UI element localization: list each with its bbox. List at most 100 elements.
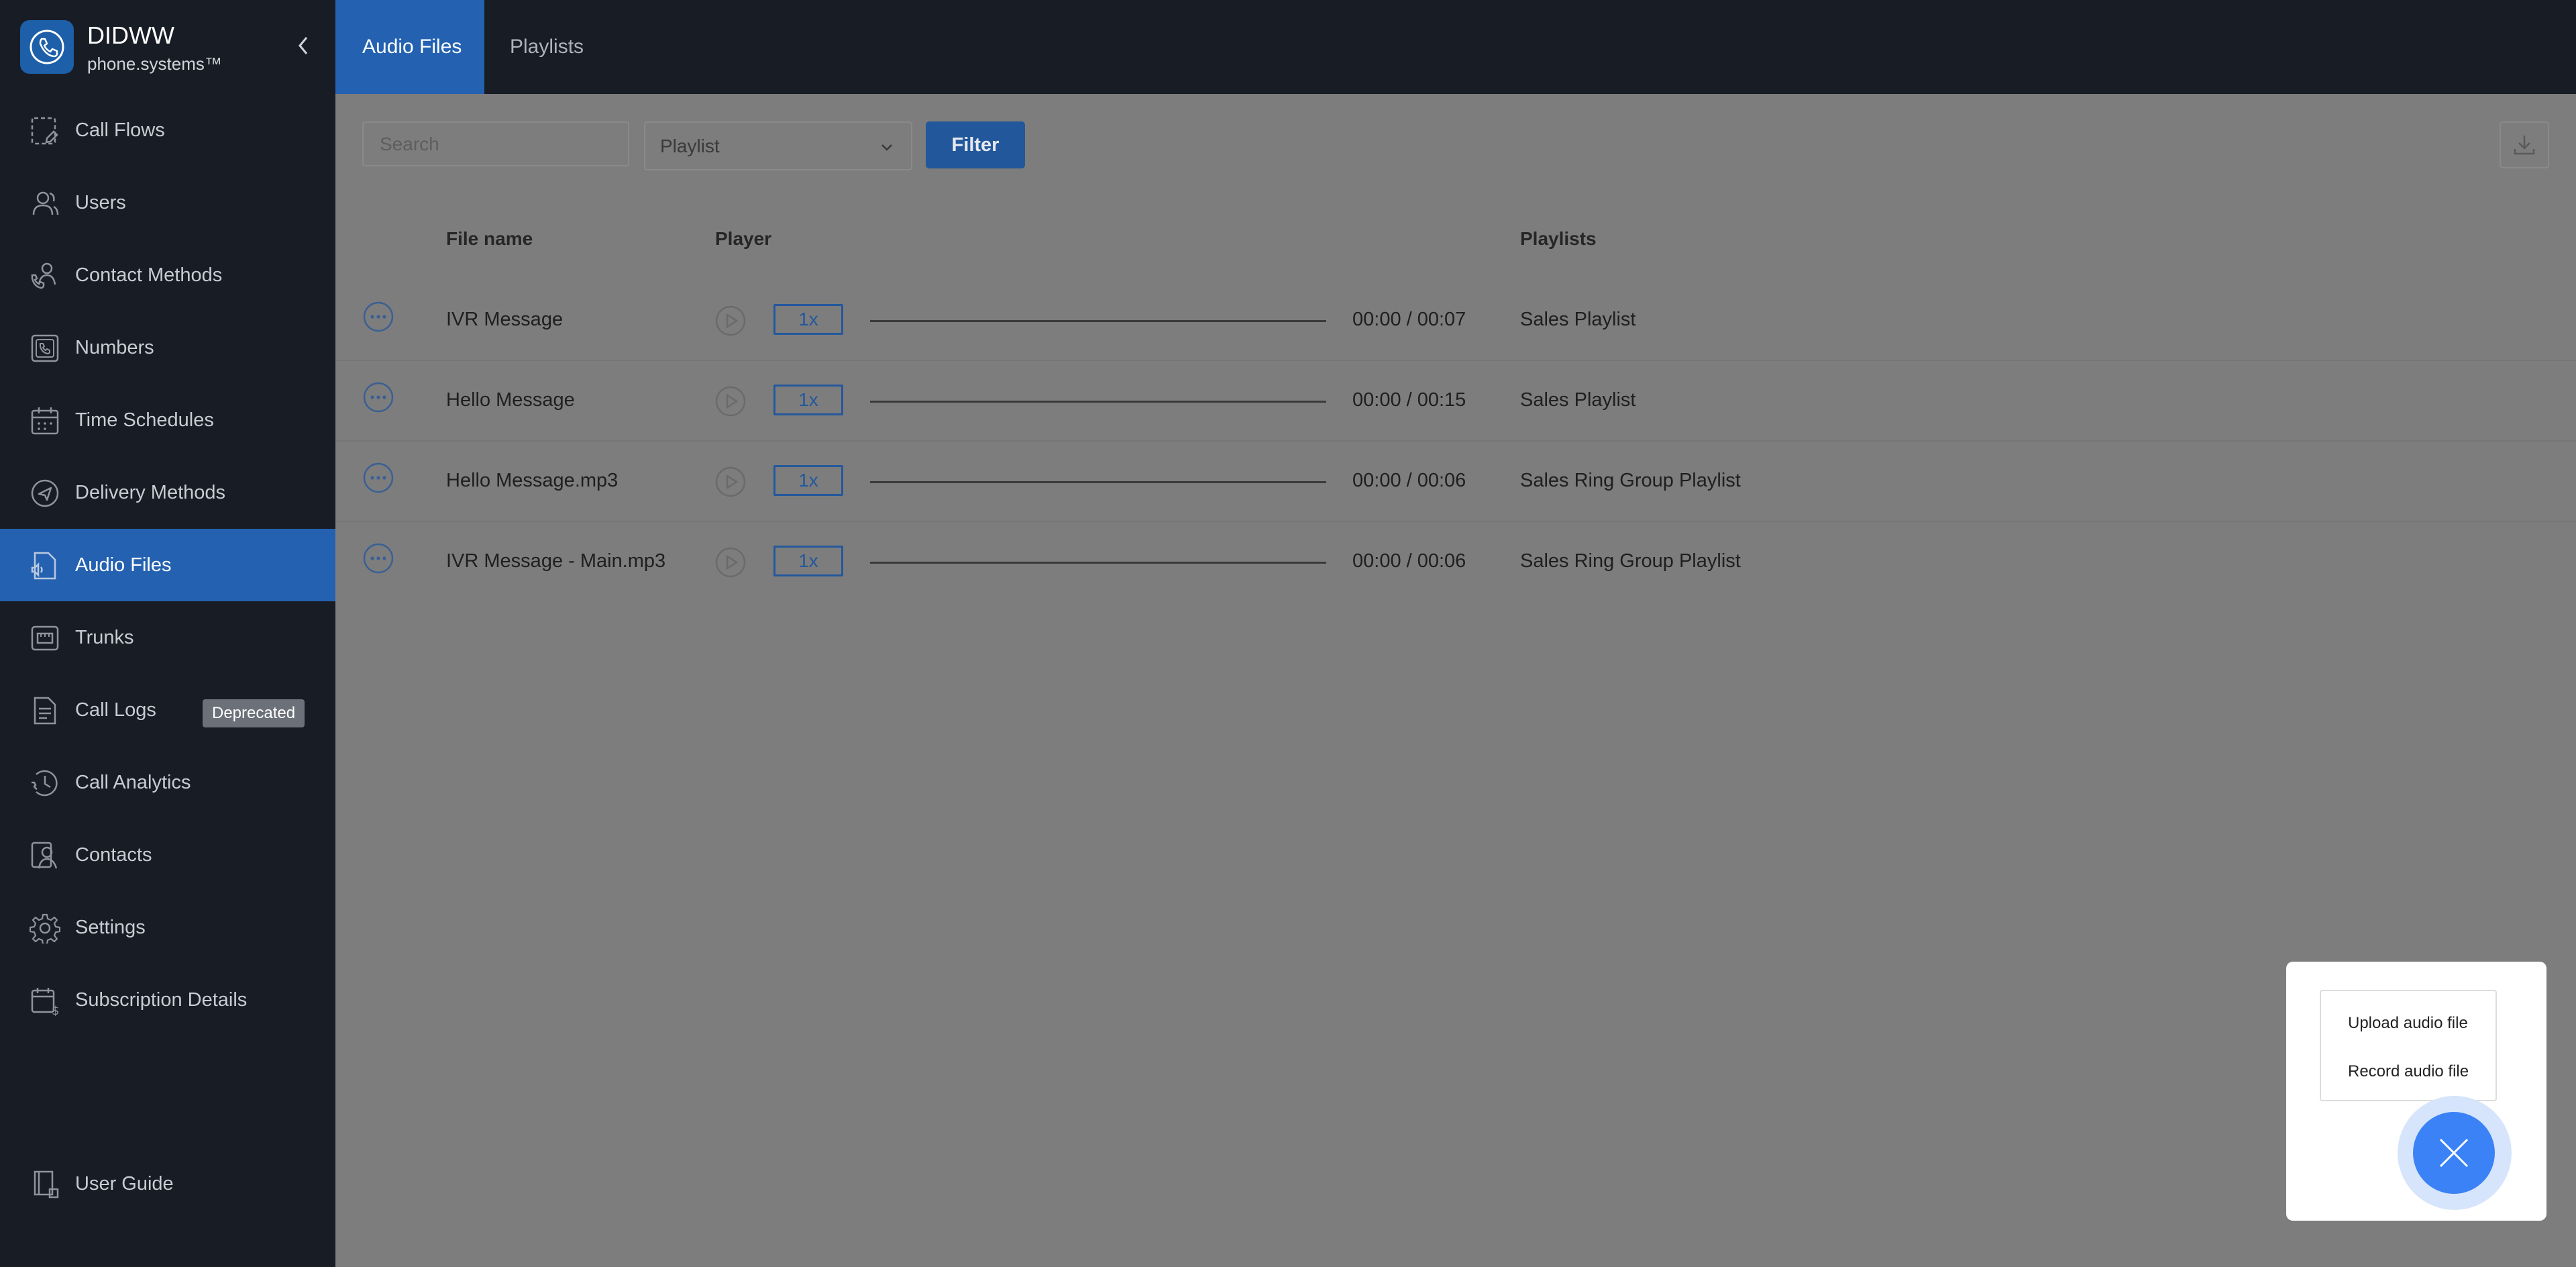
sidebar-item-label: Call Flows (75, 119, 165, 141)
subscription-icon: $ (31, 988, 59, 1016)
chevron-down-icon (881, 144, 892, 151)
search-placeholder: Search (380, 133, 439, 154)
playback-speed-button[interactable]: 1x (773, 465, 843, 496)
contacts-icon (31, 842, 58, 869)
add-audio-panel: Upload audio file Record audio file (2286, 962, 2546, 1221)
top-bar: Audio Files Playlists (335, 0, 2576, 94)
sidebar-item-label: Contacts (75, 844, 152, 866)
table-row: Hello Message.mp3 1x 00:00 / 00:06 Sales… (335, 442, 2576, 522)
sidebar-item-label: Subscription Details (75, 989, 248, 1011)
sidebar-item-trunks[interactable]: Trunks (0, 601, 335, 674)
more-options-icon[interactable] (362, 462, 394, 494)
more-options-icon[interactable] (362, 381, 394, 413)
progress-track[interactable] (870, 481, 1326, 483)
column-header-player: Player (715, 228, 772, 249)
sidebar-item-label: Delivery Methods (75, 481, 226, 503)
tab-label: Playlists (510, 36, 584, 58)
playback-time: 00:00 / 00:06 (1352, 550, 1466, 572)
search-input[interactable]: Search (362, 121, 629, 166)
sidebar-item-label: Users (75, 191, 126, 213)
file-name: Hello Message.mp3 (446, 470, 619, 491)
sidebar-item-label: Trunks (75, 626, 134, 648)
playlist-name: Sales Ring Group Playlist (1520, 470, 1741, 491)
tab-audio-files[interactable]: Audio Files (335, 0, 484, 94)
sidebar-item-call-analytics[interactable]: Call Analytics (0, 746, 335, 819)
close-fab-button[interactable] (2413, 1112, 2495, 1194)
tab-label: Audio Files (362, 36, 462, 58)
sidebar-item-label: Audio Files (75, 554, 172, 576)
send-icon (31, 479, 59, 507)
tab-playlists[interactable]: Playlists (484, 0, 605, 94)
table-row: Hello Message 1x 00:00 / 00:15 Sales Pla… (335, 361, 2576, 442)
users-icon (32, 191, 59, 215)
sidebar-item-contacts[interactable]: Contacts (0, 819, 335, 891)
brand-name: DIDWW (87, 21, 174, 49)
progress-track[interactable] (870, 562, 1326, 564)
sidebar-item-label: Call Logs (75, 699, 156, 721)
sidebar-item-settings[interactable]: Settings (0, 891, 335, 964)
progress-track[interactable] (870, 320, 1326, 322)
sidebar-item-label: Time Schedules (75, 409, 214, 431)
file-name: Hello Message (446, 389, 575, 411)
numbers-icon (31, 334, 59, 362)
call-flows-icon (31, 117, 58, 145)
chevron-left-icon (299, 37, 308, 54)
playback-speed-button[interactable]: 1x (773, 385, 843, 415)
playback-speed-button[interactable]: 1x (773, 304, 843, 335)
document-icon (34, 697, 56, 725)
play-icon[interactable] (714, 466, 747, 498)
playback-time: 00:00 / 00:06 (1352, 470, 1466, 491)
svg-text:$: $ (52, 1004, 59, 1016)
download-button[interactable] (2500, 121, 2549, 168)
play-icon[interactable] (714, 546, 747, 578)
sidebar-item-audio-files[interactable]: Audio Files (0, 529, 335, 601)
playlist-select[interactable]: Playlist (644, 121, 912, 170)
playlist-name: Sales Ring Group Playlist (1520, 550, 1741, 572)
sidebar-item-users[interactable]: Users (0, 166, 335, 239)
record-audio-file-item[interactable]: Record audio file (2348, 1062, 2469, 1081)
table-row: IVR Message 1x 00:00 / 00:07 Sales Playl… (335, 281, 2576, 361)
sidebar-item-delivery-methods[interactable]: Delivery Methods (0, 456, 335, 529)
playlist-name: Sales Playlist (1520, 389, 1636, 411)
playback-time: 00:00 / 00:15 (1352, 389, 1466, 411)
collapse-sidebar-button[interactable] (290, 32, 317, 59)
sidebar-item-subscription-details[interactable]: $ Subscription Details (0, 964, 335, 1036)
file-name: IVR Message (446, 309, 564, 330)
add-audio-menu: Upload audio file Record audio file (2320, 990, 2497, 1101)
brand-subtitle: phone.systems™ (87, 54, 222, 74)
analytics-icon (32, 770, 58, 797)
sidebar-item-user-guide[interactable]: User Guide (0, 1148, 335, 1220)
more-options-icon[interactable] (362, 542, 394, 574)
play-icon[interactable] (714, 305, 747, 337)
upload-audio-file-item[interactable]: Upload audio file (2348, 1014, 2468, 1033)
gear-icon (30, 913, 60, 944)
sidebar: DIDWW phone.systems™ Call Flows Users Co… (0, 0, 335, 1267)
sidebar-item-label: Contact Methods (75, 264, 223, 286)
download-icon (2514, 136, 2535, 155)
column-header-file-name[interactable]: File name (446, 228, 533, 250)
column-header-playlists: Playlists (1520, 228, 1597, 249)
sidebar-item-label: Call Analytics (75, 771, 191, 793)
playlist-select-value: Playlist (660, 135, 720, 156)
user-guide-label: User Guide (75, 1172, 174, 1195)
filter-button[interactable]: Filter (926, 121, 1025, 168)
sidebar-item-call-flows[interactable]: Call Flows (0, 94, 335, 166)
sidebar-item-contact-methods[interactable]: Contact Methods (0, 239, 335, 311)
sidebar-item-numbers[interactable]: Numbers (0, 311, 335, 384)
contact-methods-icon (31, 262, 56, 289)
sidebar-item-label: Numbers (75, 336, 154, 358)
playlist-name: Sales Playlist (1520, 309, 1636, 330)
phone-logo-icon (20, 20, 74, 74)
deprecated-badge: Deprecated (203, 699, 305, 727)
file-name: IVR Message - Main.mp3 (446, 550, 666, 572)
progress-track[interactable] (870, 401, 1326, 403)
playback-speed-button[interactable]: 1x (773, 546, 843, 576)
close-icon (2439, 1138, 2469, 1168)
play-icon[interactable] (714, 385, 747, 417)
audio-file-icon (31, 552, 56, 580)
more-options-icon[interactable] (362, 301, 394, 333)
sidebar-item-call-logs[interactable]: Call Logs Deprecated (0, 674, 335, 746)
table-row: IVR Message - Main.mp3 1x 00:00 / 00:06 … (335, 522, 2576, 603)
sidebar-item-time-schedules[interactable]: Time Schedules (0, 384, 335, 456)
calendar-icon (31, 407, 59, 435)
